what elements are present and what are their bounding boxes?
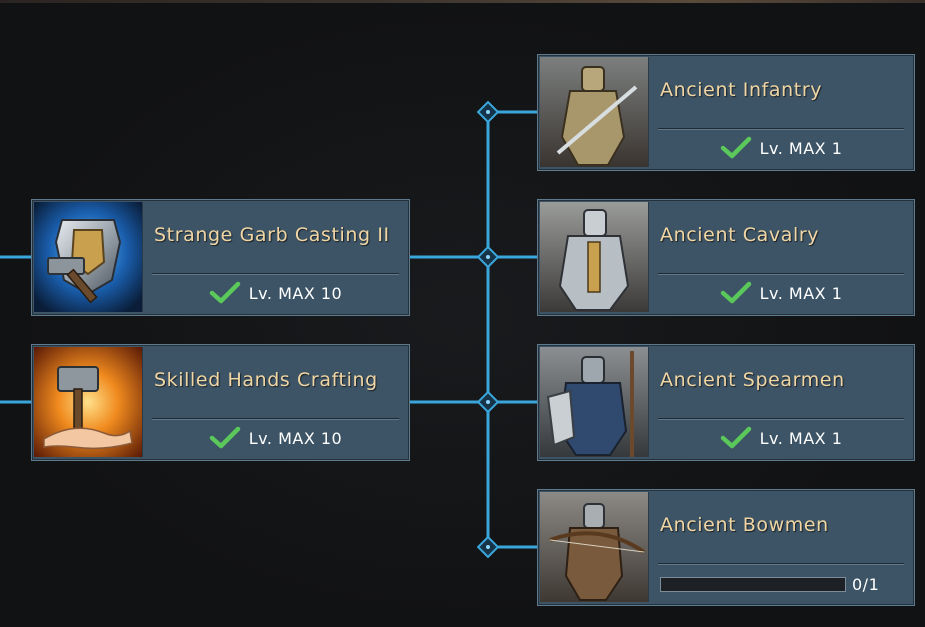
skill-card-strange-garb-casting[interactable]: Strange Garb Casting II Lv. MAX 10	[31, 199, 410, 316]
unit-card-ancient-bowmen[interactable]: Ancient Bowmen 0/1	[537, 489, 915, 606]
card-divider	[152, 273, 399, 275]
connector-node-diamond	[476, 245, 500, 269]
card-divider	[658, 418, 904, 420]
skill-card-skilled-hands-crafting[interactable]: Skilled Hands Crafting Lv. MAX 10	[31, 344, 410, 461]
unit-title: Ancient Infantry	[660, 79, 823, 101]
cavalry-knight-icon	[540, 202, 649, 312]
check-icon	[209, 281, 241, 304]
unit-card-ancient-infantry[interactable]: Ancient Infantry Lv. MAX 1	[537, 54, 915, 171]
card-divider	[658, 128, 904, 130]
infantry-knight-icon	[540, 57, 649, 167]
check-icon	[720, 426, 751, 449]
unit-title: Ancient Bowmen	[660, 514, 829, 536]
level-label: Lv. MAX 1	[759, 283, 843, 303]
unit-status: Lv. MAX 1	[658, 278, 904, 308]
progress-bar	[660, 577, 846, 592]
unit-status: Lv. MAX 1	[658, 133, 904, 163]
card-divider	[658, 563, 904, 565]
connector-node-diamond	[476, 535, 500, 559]
check-icon	[209, 426, 241, 449]
skill-status: Lv. MAX 10	[152, 278, 399, 308]
skill-title: Strange Garb Casting II	[154, 224, 390, 246]
unit-card-ancient-cavalry[interactable]: Ancient Cavalry Lv. MAX 1	[537, 199, 915, 316]
check-icon	[720, 136, 751, 159]
level-label: Lv. MAX 10	[248, 283, 343, 303]
card-divider	[152, 418, 399, 420]
connector-node-diamond	[476, 390, 500, 414]
spearman-knight-icon	[540, 347, 649, 457]
level-label: Lv. MAX 1	[759, 428, 843, 448]
skill-title: Skilled Hands Crafting	[154, 369, 378, 391]
connector-node-diamond	[476, 100, 500, 124]
progress-label: 0/1	[852, 575, 880, 594]
armor-hammer-icon	[34, 202, 143, 312]
skill-status: Lv. MAX 10	[152, 423, 399, 453]
bowman-icon	[540, 492, 649, 602]
unit-progress: 0/1	[660, 575, 904, 594]
card-divider	[658, 273, 904, 275]
level-label: Lv. MAX 10	[248, 428, 343, 448]
forge-hammer-icon	[34, 347, 143, 457]
unit-title: Ancient Cavalry	[660, 224, 820, 246]
check-icon	[720, 281, 751, 304]
unit-card-ancient-spearmen[interactable]: Ancient Spearmen Lv. MAX 1	[537, 344, 915, 461]
level-label: Lv. MAX 1	[759, 138, 843, 158]
unit-status: Lv. MAX 1	[658, 423, 904, 453]
unit-title: Ancient Spearmen	[660, 369, 845, 391]
